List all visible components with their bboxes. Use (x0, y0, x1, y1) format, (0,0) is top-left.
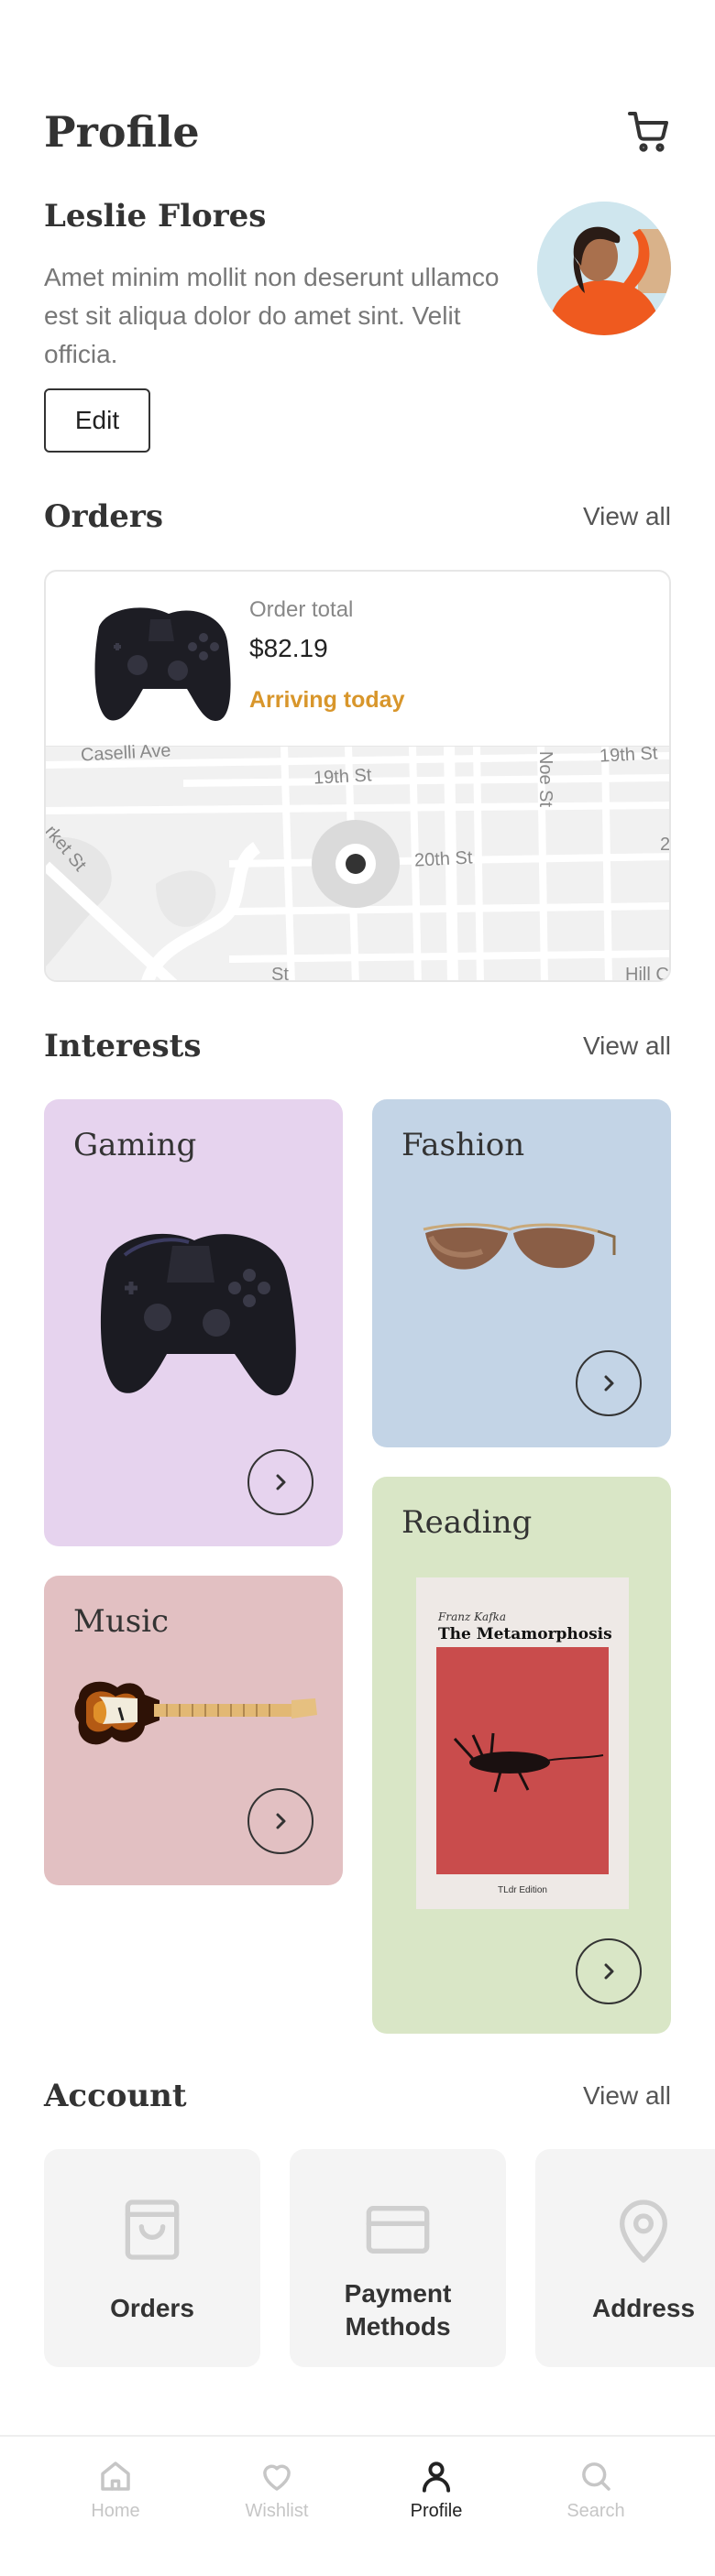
user-icon (422, 2461, 451, 2493)
map-street-label: Hill C (625, 965, 669, 982)
orders-view-all-link[interactable]: View all (583, 493, 671, 540)
tab-label: Home (91, 2501, 140, 2521)
account-view-all-link[interactable]: View all (583, 2072, 671, 2120)
map-street-label: St (271, 965, 289, 982)
avatar (537, 202, 671, 335)
order-status: Arriving today (249, 687, 405, 713)
interest-card-music[interactable]: Music (44, 1576, 343, 1885)
page-title: Profile (44, 107, 200, 157)
map-street-label: 19th St (599, 743, 658, 767)
reading-arrow-button[interactable] (576, 1938, 642, 2004)
tab-wishlist[interactable]: Wishlist (213, 2457, 341, 2549)
interests-view-all-link[interactable]: View all (583, 1022, 671, 1070)
orders-section-header: Orders View all (44, 493, 671, 540)
tab-search[interactable]: Search (532, 2457, 660, 2549)
guitar-image (74, 1681, 317, 1745)
account-card-address[interactable]: Address (535, 2149, 715, 2367)
book-edition: TLdr Edition (498, 1885, 547, 1895)
delivery-map[interactable]: Caselli Ave 19th St Noe St 19th St rket … (46, 740, 671, 982)
search-icon (582, 2462, 610, 2491)
bottom-tab-bar: Home Wishlist Profile Search (0, 2435, 715, 2576)
user-info: Leslie Flores Amet minim mollit non dese… (44, 198, 671, 453)
map-street-label: 19th St (313, 765, 372, 789)
order-card[interactable]: Order total $82.19 Arriving today Casell… (44, 570, 671, 982)
tab-profile[interactable]: Profile (372, 2457, 500, 2549)
interest-card-title: Fashion (402, 1127, 525, 1163)
map-street-label: 20th St (413, 847, 473, 871)
sunglasses-image (423, 1223, 616, 1270)
user-bio: Amet minim mollit non deserunt ullamco e… (44, 263, 500, 368)
interests-section-header: Interests View all (44, 1022, 671, 1070)
interest-card-fashion[interactable]: Fashion (372, 1099, 671, 1447)
account-card-label: Address (591, 2294, 696, 2322)
heart-icon (263, 2464, 291, 2491)
chevron-right-icon (276, 1474, 286, 1490)
home-icon (101, 2461, 130, 2491)
order-total-value: $82.19 (249, 634, 328, 662)
account-section-header: Account View all (44, 2072, 671, 2120)
interest-card-title: Gaming (73, 1127, 197, 1163)
chevron-right-icon (604, 1375, 614, 1392)
tab-label: Wishlist (245, 2501, 309, 2521)
interest-card-gaming[interactable]: Gaming (44, 1099, 343, 1546)
map-pin-icon (620, 2199, 667, 2263)
account-card-payment-methods[interactable]: Payment Methods (290, 2149, 506, 2367)
gamepad-image (100, 1233, 296, 1396)
orders-title: Orders (44, 498, 163, 535)
gaming-arrow-button[interactable] (248, 1449, 314, 1515)
account-title: Account (44, 2078, 187, 2114)
chevron-right-icon (604, 1963, 614, 1980)
interests-title: Interests (44, 1028, 202, 1064)
tab-label: Profile (410, 2501, 463, 2521)
interest-card-title: Music (73, 1603, 170, 1640)
music-arrow-button[interactable] (248, 1788, 314, 1854)
book-cover: Franz Kafka The Metamorphosis TLdr Editi… (416, 1577, 629, 1909)
account-card-orders[interactable]: Orders (44, 2149, 260, 2367)
map-street-label: 2 (660, 835, 671, 855)
bag-icon (125, 2199, 180, 2260)
tab-label: Search (566, 2501, 625, 2521)
page-header: Profile (44, 103, 671, 161)
account-card-label: Payment Methods (344, 2279, 452, 2341)
edit-button[interactable]: Edit (44, 388, 150, 453)
book-art (436, 1647, 609, 1874)
fashion-arrow-button[interactable] (576, 1350, 642, 1416)
chevron-right-icon (276, 1813, 286, 1829)
order-total-label: Order total (249, 597, 354, 622)
order-product-image (68, 586, 251, 742)
cart-icon[interactable] (627, 110, 671, 154)
map-street-label: Noe St (535, 750, 556, 808)
book-author: Franz Kafka (438, 1610, 507, 1623)
book-title: The Metamorphosis (438, 1625, 612, 1643)
account-card-label: Orders (110, 2294, 194, 2322)
tab-home[interactable]: Home (51, 2457, 180, 2549)
credit-card-icon (366, 2206, 430, 2254)
interest-card-title: Reading (402, 1504, 533, 1541)
interest-card-reading[interactable]: Reading Franz Kafka The Metamorphosis TL… (372, 1477, 671, 2034)
